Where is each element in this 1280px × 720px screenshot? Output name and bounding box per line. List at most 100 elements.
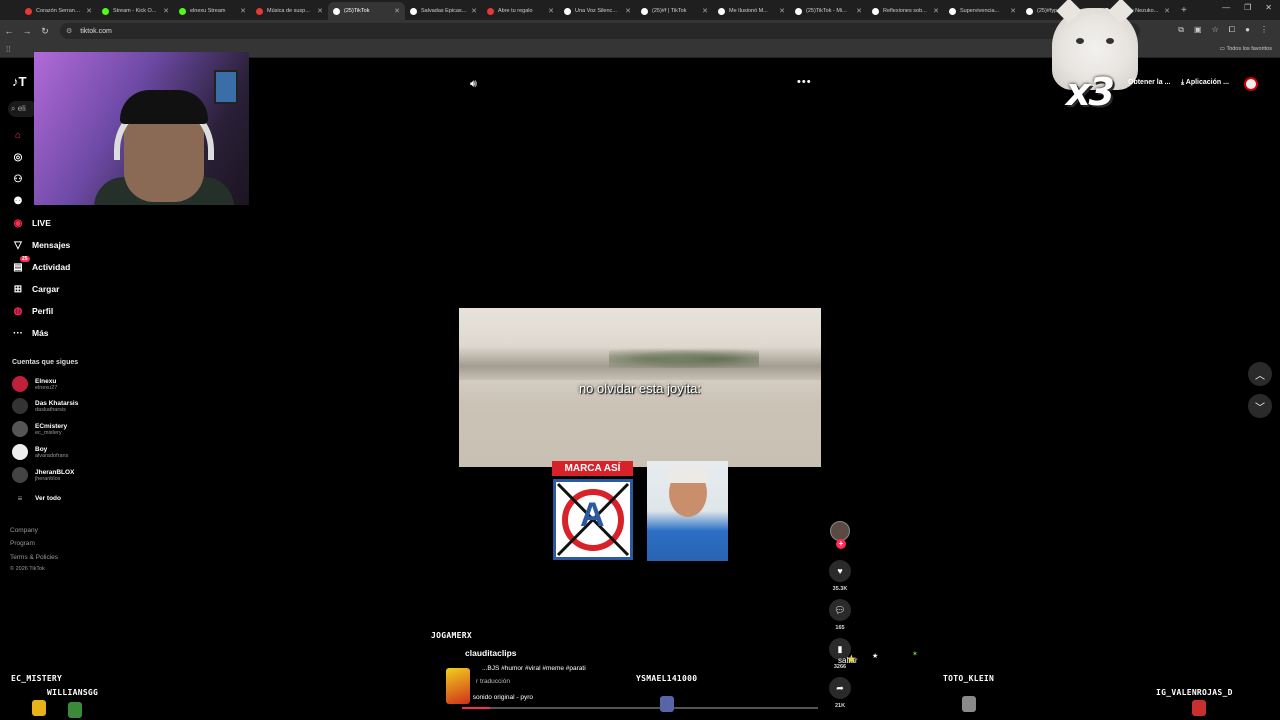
close-window-icon[interactable]: ✕ <box>1265 3 1272 12</box>
nav-friends[interactable]: ⚉ <box>12 195 24 207</box>
account-name: ECmistery <box>35 422 68 430</box>
browser-tab[interactable]: Una Voz Silenc... ✕ <box>559 2 636 20</box>
footer-program[interactable]: Program <box>10 540 35 547</box>
nav-following[interactable]: ⚇ <box>12 173 24 185</box>
cast-icon[interactable]: ▣ <box>1194 25 1202 35</box>
extensions-icon[interactable]: ⧠ <box>1229 25 1235 35</box>
tab-close-icon[interactable]: ✕ <box>394 7 400 15</box>
browser-tab[interactable]: Stream - Kick O... ✕ <box>97 2 174 20</box>
tab-close-icon[interactable]: ✕ <box>317 7 323 15</box>
sidebar-item-mensajes[interactable]: ▽ Mensajes <box>12 239 70 251</box>
browser-menu-icon[interactable]: ⋮ <box>1260 25 1268 35</box>
tab-favicon-icon <box>410 7 417 15</box>
tab-close-icon[interactable]: ✕ <box>1010 7 1016 15</box>
all-favorites-link[interactable]: ▭ Todos los favoritos <box>1220 46 1272 52</box>
video-player[interactable]: no olvidar esta joyita: <box>459 308 821 467</box>
footer-company[interactable]: Company <box>10 527 38 534</box>
like-button[interactable]: ♥ <box>829 560 851 582</box>
browser-tab[interactable]: (25)#f | TikTok ✕ <box>636 2 713 20</box>
apps-icon[interactable]: ⁞⁞ <box>6 45 10 54</box>
comment-button[interactable]: 💬︎ <box>829 599 851 621</box>
browser-tab[interactable]: Música de susp... ✕ <box>251 2 328 20</box>
browser-tab[interactable]: Me Ilusionó M... ✕ <box>713 2 790 20</box>
browser-tab[interactable]: Salvadas Épicas... ✕ <box>405 2 482 20</box>
tab-label: (25)TikTok - Mi... <box>806 8 847 14</box>
reload-icon[interactable]: ↻ <box>36 26 54 37</box>
app-download-link[interactable]: ⤓ Aplicación ... <box>1181 79 1229 87</box>
browser-tab[interactable]: Abre tu regalo ✕ <box>482 2 559 20</box>
forward-icon[interactable]: → <box>18 26 36 36</box>
tab-close-icon[interactable]: ✕ <box>163 7 169 15</box>
tab-close-icon[interactable]: ✕ <box>856 7 862 15</box>
chevron-up-icon: ︿ <box>1255 370 1265 382</box>
minimize-icon[interactable]: — <box>1222 3 1230 12</box>
all-favorites-label: Todos los favoritos <box>1226 46 1272 52</box>
tab-label: Una Voz Silenc... <box>575 8 617 14</box>
tab-label: (25)#f | TikTok <box>652 8 687 14</box>
browser-tab[interactable]: elnexu Stream ✕ <box>174 2 251 20</box>
site-info-icon[interactable]: ⚙ <box>66 27 72 35</box>
browser-tab[interactable]: Reflexiones sob... ✕ <box>867 2 944 20</box>
tab-close-icon[interactable]: ✕ <box>779 7 785 15</box>
tiktok-logo[interactable]: ♪T <box>12 74 26 89</box>
sound-link[interactable]: ♫ sonido original - pyro <box>466 694 533 701</box>
sidebar-item-label: Actividad <box>32 262 71 272</box>
sidebar-item-label: Cargar <box>32 284 60 294</box>
follow-plus-icon[interactable]: + <box>836 539 846 549</box>
footer-terms[interactable]: Terms & Policies <box>10 554 58 561</box>
tab-close-icon[interactable]: ✕ <box>548 7 554 15</box>
following-account[interactable]: JheranBLOX jheranblox <box>12 467 74 483</box>
following-account[interactable]: Elnexu elnexu27 <box>12 376 57 392</box>
browser-tab[interactable]: Supervivencia... ✕ <box>944 2 1021 20</box>
sidebar-item-perfil[interactable]: ◍ Perfil <box>12 305 54 317</box>
copyright: © 2026 TikTok <box>10 566 45 572</box>
following-account[interactable]: ECmistery ec_mistery <box>12 421 67 437</box>
get-coins-link[interactable]: Obtener la ... <box>1128 79 1170 86</box>
translate-icon[interactable]: ⧉ <box>1178 25 1184 35</box>
notification-badge: 25 <box>20 256 30 262</box>
browser-tab[interactable]: (25)TikTok - Mi... ✕ <box>790 2 867 20</box>
bookmark-star-icon[interactable]: ☆ <box>1212 25 1219 35</box>
account-icon[interactable]: ● <box>1245 25 1250 35</box>
video-author[interactable]: clauditaclips <box>465 648 517 658</box>
following-account[interactable]: Das Khatarsis daskatharsis <box>12 398 78 414</box>
video-progress-fill <box>462 707 491 709</box>
tab-close-icon[interactable]: ✕ <box>471 7 477 15</box>
sidebar-item-label: Perfil <box>32 306 54 316</box>
url-input[interactable]: ⚙ tiktok.com <box>60 23 1140 39</box>
video-progress-bar[interactable] <box>462 707 818 709</box>
account-text: Elnexu elnexu27 <box>35 378 57 391</box>
sidebar-item-cargar[interactable]: ⊞ Cargar <box>12 283 60 295</box>
tab-close-icon[interactable]: ✕ <box>86 7 92 15</box>
nav-explore[interactable]: ◎ <box>12 151 24 163</box>
tab-close-icon[interactable]: ✕ <box>702 7 708 15</box>
maximize-icon[interactable]: ❐ <box>1244 3 1251 12</box>
tab-close-icon[interactable]: ✕ <box>1164 7 1170 15</box>
share-button[interactable]: ➦ <box>829 677 851 699</box>
sidebar-item-ms[interactable]: ··· Más <box>12 327 49 339</box>
tab-favicon-icon <box>795 7 802 15</box>
see-translation-link[interactable]: r traducción <box>476 678 510 685</box>
tab-close-icon[interactable]: ✕ <box>240 7 246 15</box>
profile-avatar[interactable] <box>1244 77 1258 91</box>
live-icon: ◉ <box>13 217 23 229</box>
account-handle: jheranblox <box>35 475 61 482</box>
volume-icon[interactable]: 🔊︎ <box>470 78 477 91</box>
browser-tab[interactable]: (25)TikTok ✕ <box>328 2 405 20</box>
see-all-link[interactable]: ≡ Ver todo <box>12 494 61 503</box>
nav-for-you[interactable]: ⌂ <box>12 129 24 141</box>
tab-close-icon[interactable]: ✕ <box>625 7 631 15</box>
creator-avatar[interactable] <box>830 521 850 541</box>
tab-close-icon[interactable]: ✕ <box>933 7 939 15</box>
more-options-icon[interactable]: ••• <box>797 76 812 88</box>
back-icon[interactable]: ← <box>0 26 18 36</box>
tab-favicon-icon <box>718 7 725 15</box>
sidebar-item-live[interactable]: ◉ LIVE <box>12 217 51 229</box>
browser-tab[interactable]: Corazón Serrano... ✕ <box>20 2 97 20</box>
next-video-button[interactable]: ﹀ <box>1248 394 1272 418</box>
new-tab-button[interactable]: + <box>1181 5 1187 16</box>
following-account[interactable]: Boy alvaradofrans <box>12 444 68 460</box>
previous-video-button[interactable]: ︿ <box>1248 362 1272 386</box>
sidebar-item-actividad[interactable]: ▤ 25 Actividad <box>12 256 71 273</box>
sparkle-icon: ★ <box>872 653 879 660</box>
